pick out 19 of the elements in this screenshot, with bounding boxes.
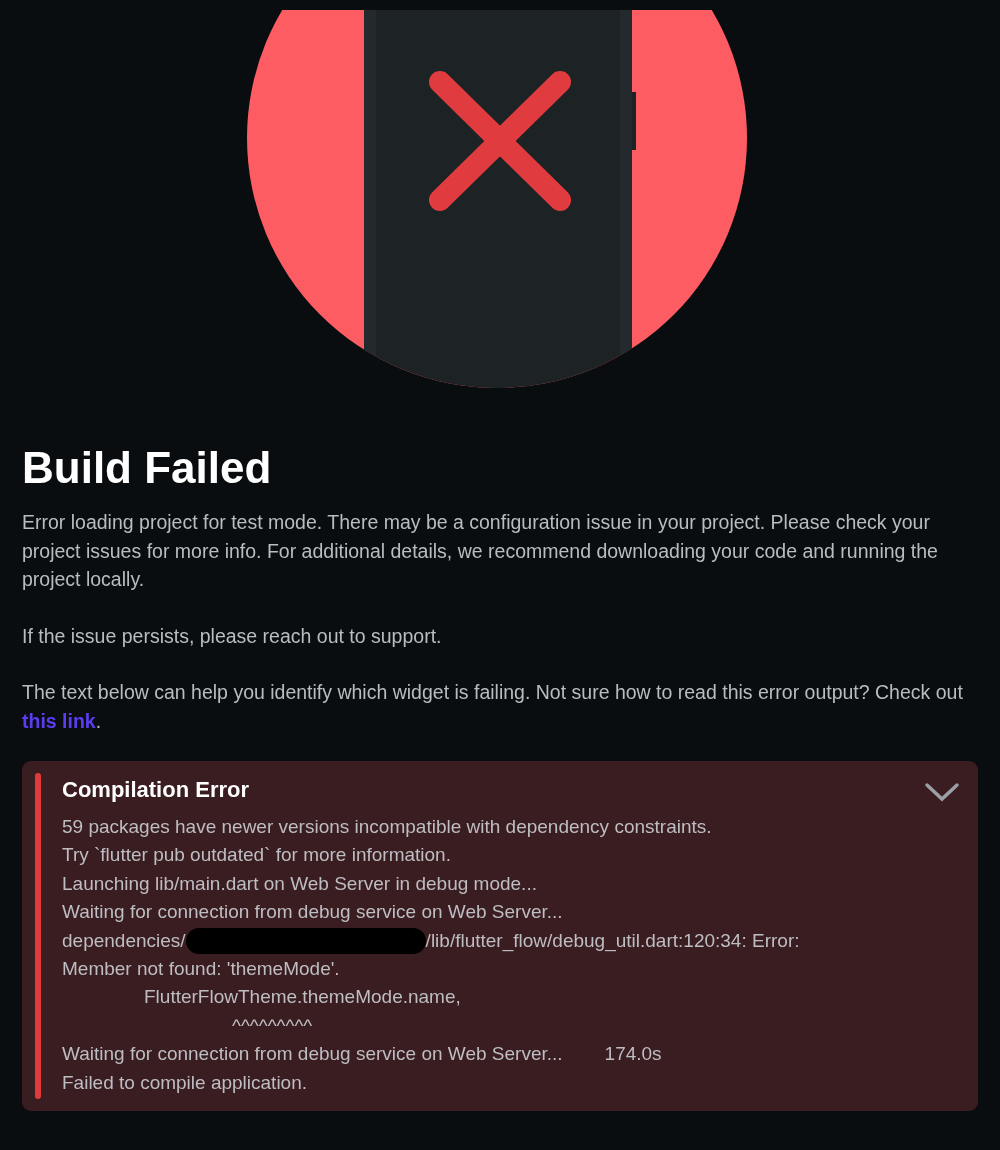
log-text: /lib/flutter_flow/debug_util.dart:120:34: Error: (425, 928, 800, 954)
page-title: Build Failed (22, 442, 273, 494)
log-text: Member not found: 'themeMode'. (62, 957, 340, 982)
elapsed-time: 174.0s (604, 1042, 662, 1067)
message-paragraph: Error loading project for test mode. There may be a configuration issue in your project. Please check your project issues for more info. For additional details, we recommend downloading your code and running the project locally. (22, 510, 939, 592)
message-paragraph: If the issue persists, please reach out to support. (22, 623, 443, 649)
panel-title: Compilation Error (62, 776, 249, 804)
log-text: ^^^^^^^^^ (232, 1013, 313, 1038)
log-text: Failed to compile application. (62, 1070, 308, 1095)
chevron-down-icon[interactable] (924, 781, 960, 803)
log-text: Waiting for connection from debug service on Web Server... (62, 900, 563, 925)
log-text: FlutterFlowTheme.themeMode.name, (144, 985, 461, 1010)
log-text: dependencies/ (62, 928, 186, 953)
help-link[interactable]: this link (22, 709, 96, 732)
message-paragraph: The text below can help you identify which widget is failing. Not sure how to read this error output? Check out this link. (22, 680, 964, 734)
log-text: Waiting for connection from debug service on Web Server... (62, 1042, 563, 1067)
log-text: Launching lib/main.dart on Web Server in debug mode... (62, 871, 537, 896)
log-text: 59 packages have newer versions incompatible with dependency constraints. (62, 815, 712, 839)
log-text: Try `flutter pub outdated` for more information. (62, 843, 451, 868)
